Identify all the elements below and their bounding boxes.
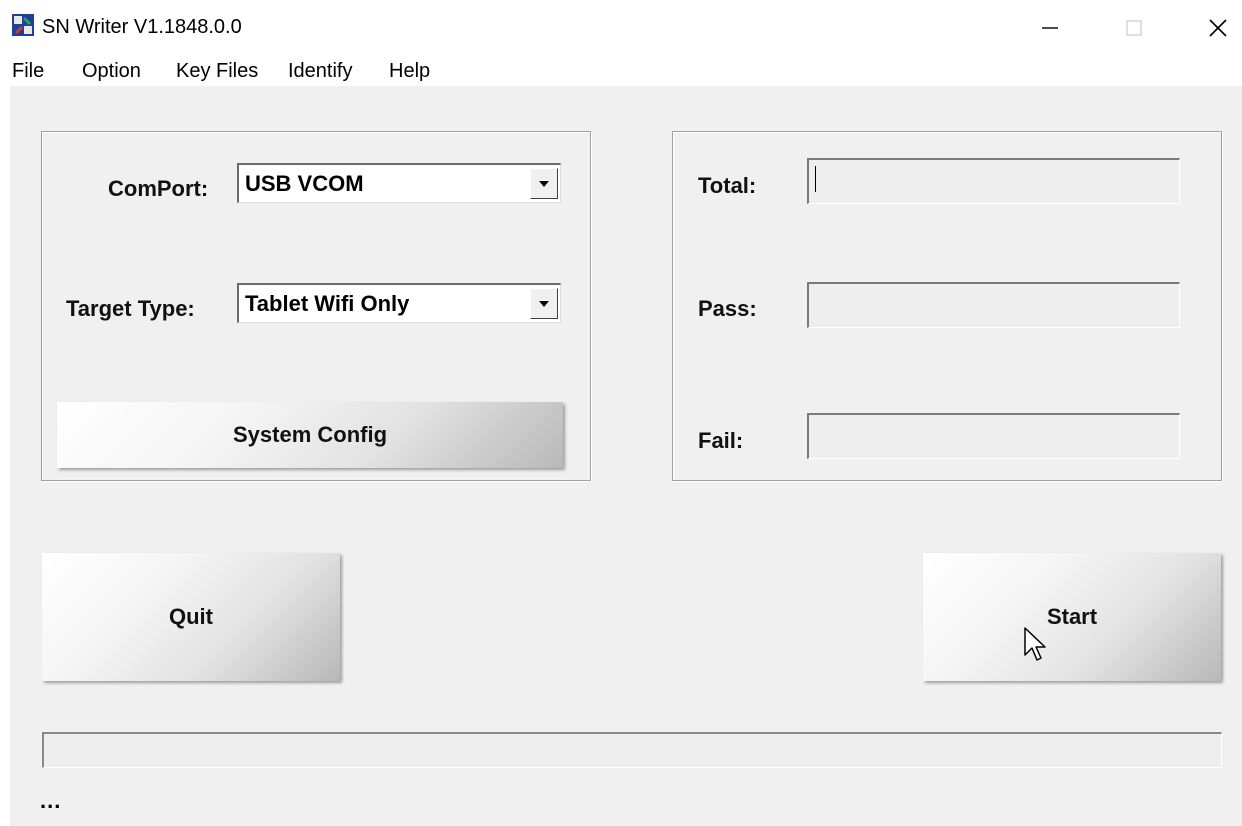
quit-button[interactable]: Quit — [42, 553, 340, 681]
chevron-down-icon — [539, 180, 549, 187]
target-type-value: Tablet Wifi Only — [245, 291, 410, 316]
comport-label: ComPort: — [108, 176, 209, 201]
chevron-down-icon — [539, 300, 549, 307]
menu-key-files[interactable]: Key Files — [176, 58, 258, 84]
menu-identify[interactable]: Identify — [288, 58, 352, 84]
title-bar: SN Writer V1.1848.0.0 — [0, 0, 1242, 56]
progress-bar — [42, 732, 1222, 768]
quit-label: Quit — [169, 604, 213, 629]
system-config-button[interactable]: System Config — [57, 402, 563, 468]
target-type-dropdown-button[interactable] — [530, 288, 558, 319]
start-label: Start — [1046, 604, 1098, 629]
start-button[interactable]: Start — [923, 553, 1221, 681]
system-config-label: System Config — [232, 422, 388, 447]
mouse-pointer-icon — [1024, 627, 1048, 663]
target-type-select[interactable]: Tablet Wifi Only — [237, 283, 561, 323]
total-field[interactable] — [807, 158, 1180, 204]
minimize-button[interactable] — [1030, 12, 1070, 44]
comport-dropdown-button[interactable] — [530, 168, 558, 199]
menu-bar: File Option Key Files Identify Help — [0, 56, 1242, 86]
close-icon — [1209, 19, 1227, 37]
maximize-icon — [1126, 20, 1142, 36]
text-caret — [815, 166, 816, 192]
target-type-label: Target Type: — [66, 296, 195, 321]
minimize-icon — [1042, 27, 1058, 29]
status-text: ... — [40, 788, 62, 813]
menu-file[interactable]: File — [12, 58, 44, 84]
maximize-button[interactable] — [1114, 12, 1154, 44]
comport-select[interactable]: USB VCOM — [237, 163, 561, 203]
pass-label: Pass: — [698, 296, 757, 321]
window-title: SN Writer V1.1848.0.0 — [42, 16, 242, 38]
comport-value: USB VCOM — [245, 171, 364, 196]
fail-label: Fail: — [698, 428, 744, 453]
menu-help[interactable]: Help — [389, 58, 430, 84]
menu-option[interactable]: Option — [82, 58, 141, 84]
total-label: Total: — [698, 173, 757, 198]
close-button[interactable] — [1198, 12, 1238, 44]
fail-field[interactable] — [807, 413, 1180, 459]
app-icon — [12, 14, 34, 36]
pass-field[interactable] — [807, 282, 1180, 328]
